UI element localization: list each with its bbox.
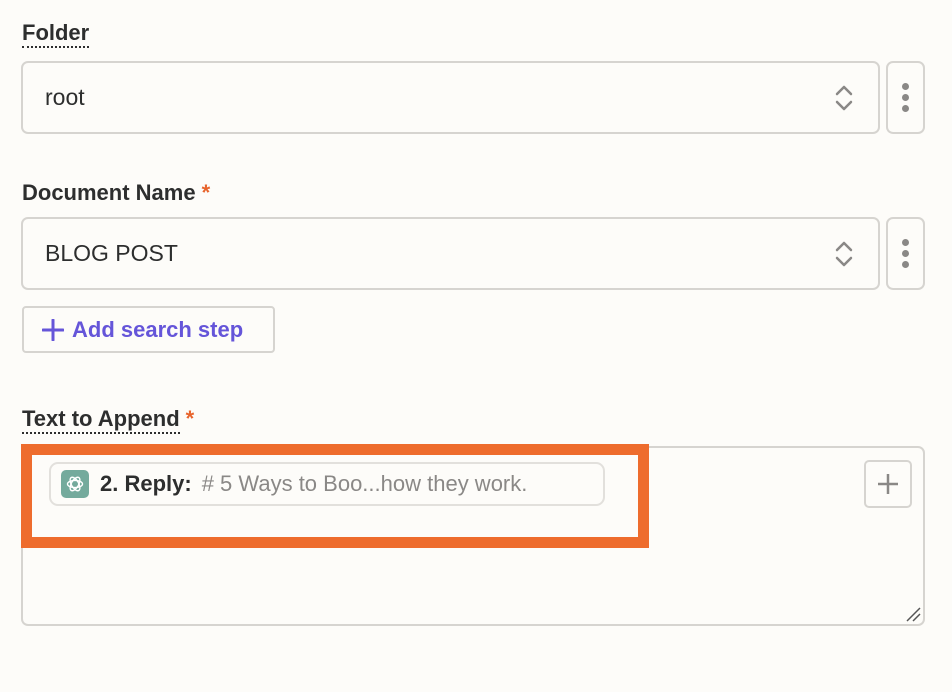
plus-icon [878, 474, 898, 494]
required-asterisk: * [201, 180, 211, 205]
folder-more-options-button[interactable] [886, 61, 925, 134]
required-asterisk: * [185, 406, 195, 431]
kebab-dot [902, 261, 909, 268]
text-to-append-label-text: Text to Append [22, 406, 180, 434]
document-name-label: Document Name * [22, 179, 210, 207]
text-to-append-label: Text to Append * [22, 405, 195, 434]
document-name-select[interactable]: BLOG POST [21, 217, 880, 290]
insert-data-button[interactable] [864, 460, 912, 508]
add-search-step-label: Add search step [72, 316, 244, 342]
folder-select-value: root [45, 84, 85, 110]
chip-step-label: 2. Reply: [100, 471, 192, 496]
folder-select[interactable]: root [21, 61, 880, 134]
document-name-more-options-button[interactable] [886, 217, 925, 290]
chip-preview-text: # 5 Ways to Boo...how they work. [201, 471, 528, 496]
plus-icon [42, 318, 64, 341]
kebab-dot [902, 105, 909, 112]
chevron-up-down-icon [835, 241, 853, 266]
kebab-dot [902, 94, 909, 101]
folder-label-text: Folder [22, 20, 90, 48]
kebab-dot [902, 83, 909, 90]
document-name-label-text: Document Name [22, 180, 196, 205]
document-name-select-value: BLOG POST [45, 240, 178, 266]
openai-icon [61, 470, 89, 498]
kebab-dot [902, 250, 909, 257]
add-search-step-button[interactable]: Add search step [22, 306, 275, 353]
mapped-field-chip[interactable]: 2. Reply: # 5 Ways to Boo...how they wor… [49, 462, 605, 506]
chevron-up-down-icon [835, 85, 853, 110]
folder-label: Folder [22, 19, 90, 48]
kebab-dot [902, 239, 909, 246]
resize-handle-icon[interactable] [905, 606, 921, 622]
